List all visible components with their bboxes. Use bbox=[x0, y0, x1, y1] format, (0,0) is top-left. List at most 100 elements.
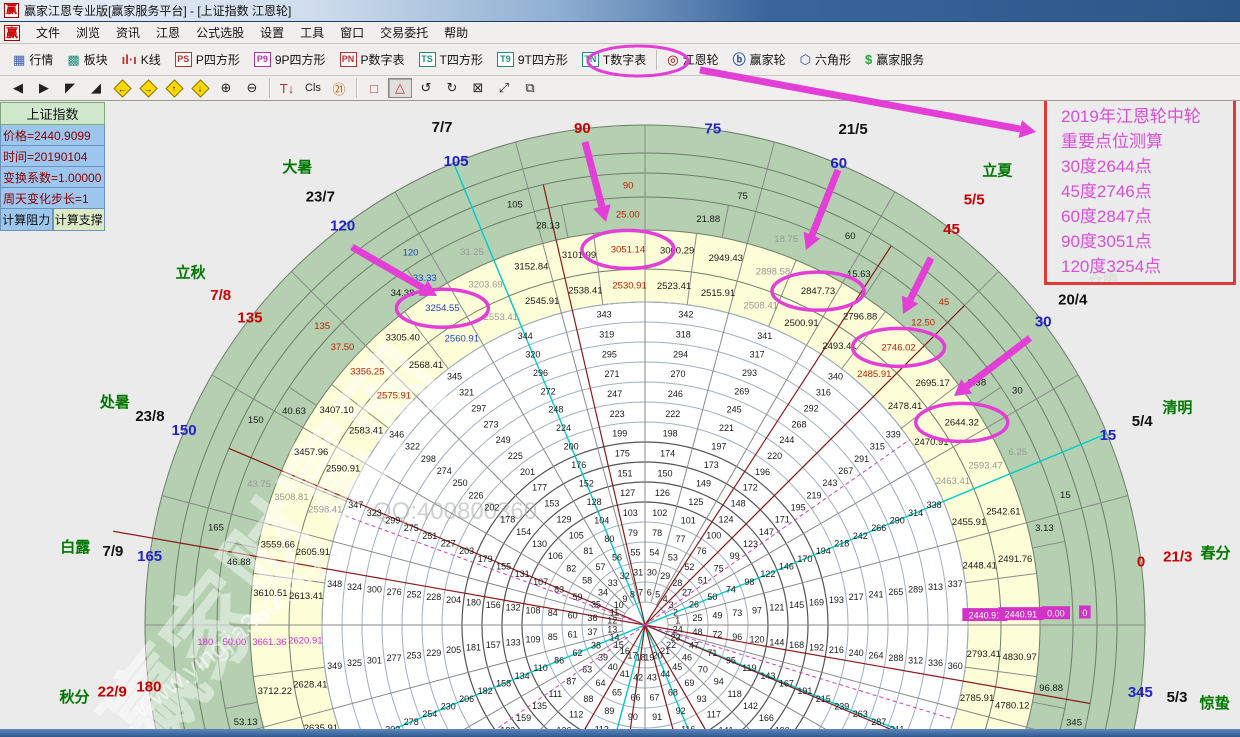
boxed-x-icon[interactable]: ⊠ bbox=[466, 78, 490, 98]
svg-text:298: 298 bbox=[421, 454, 436, 464]
cursor-down-icon[interactable]: ◢ bbox=[84, 78, 108, 98]
svg-text:240: 240 bbox=[849, 648, 864, 658]
shrink-icon[interactable]: ⤢ bbox=[492, 78, 516, 98]
t-drop-icon[interactable]: T↓ bbox=[275, 78, 299, 98]
zoom-out-icon[interactable]: ⊖ bbox=[240, 78, 264, 98]
hexagon-icon: ⬡ bbox=[800, 52, 811, 67]
toolbar-button-板块[interactable]: ▩板块 bbox=[60, 48, 114, 71]
svg-text:2620.91: 2620.91 bbox=[288, 635, 322, 646]
diamond-up-icon[interactable]: ↑ bbox=[162, 78, 186, 98]
rotate-cw-icon[interactable]: ↻ bbox=[440, 78, 464, 98]
app-logo-icon: 赢 bbox=[4, 3, 19, 18]
svg-text:白露: 白露 bbox=[60, 538, 91, 556]
screen-icon[interactable]: ⧉ bbox=[518, 78, 542, 98]
toolbar-button-六角形[interactable]: ⬡六角形 bbox=[793, 48, 858, 71]
svg-text:345: 345 bbox=[1066, 717, 1082, 728]
diamond-left-icon[interactable]: ← bbox=[110, 78, 134, 98]
diamond-right-icon: → bbox=[139, 79, 157, 97]
calc-support-button[interactable]: 计算支撑 bbox=[53, 209, 106, 231]
menu-item-5[interactable]: 设置 bbox=[252, 22, 292, 43]
svg-text:129: 129 bbox=[557, 514, 572, 524]
svg-text:127: 127 bbox=[620, 488, 635, 498]
toolbar-button-T数字表[interactable]: TNT数字表 bbox=[575, 48, 653, 71]
diamond-right-icon[interactable]: → bbox=[136, 78, 160, 98]
toolbar-button-行情[interactable]: ▦行情 bbox=[6, 48, 60, 71]
svg-text:7/9: 7/9 bbox=[103, 543, 124, 560]
triangle-tool-icon[interactable]: △ bbox=[388, 78, 412, 98]
menu-item-6[interactable]: 工具 bbox=[292, 22, 332, 43]
calc-resistance-button[interactable]: 计算阻力 bbox=[0, 209, 53, 231]
svg-text:64: 64 bbox=[596, 678, 606, 688]
menu-item-2[interactable]: 资讯 bbox=[108, 22, 148, 43]
svg-text:55: 55 bbox=[630, 548, 640, 558]
svg-text:341: 341 bbox=[757, 331, 772, 341]
svg-text:179: 179 bbox=[478, 554, 493, 564]
svg-text:182: 182 bbox=[478, 686, 493, 696]
calendar-icon[interactable]: ㉑ bbox=[327, 78, 351, 98]
toolbar-button-T四方形[interactable]: TST四方形 bbox=[412, 48, 490, 71]
svg-text:299: 299 bbox=[385, 516, 400, 526]
toolbar-button-K线[interactable]: ıl·ıK线 bbox=[115, 48, 168, 71]
svg-text:97: 97 bbox=[752, 605, 762, 615]
svg-text:316: 316 bbox=[816, 388, 831, 398]
svg-text:124: 124 bbox=[718, 514, 733, 524]
svg-text:90: 90 bbox=[628, 712, 638, 722]
rotate-ccw-icon[interactable]: ↺ bbox=[414, 78, 438, 98]
next-arrow-icon[interactable]: ▶ bbox=[32, 78, 56, 98]
svg-text:85: 85 bbox=[548, 632, 558, 642]
svg-text:43.75: 43.75 bbox=[247, 479, 271, 490]
svg-text:2793.41: 2793.41 bbox=[967, 649, 1001, 660]
app-window: { "window": { "title": "赢家江恩专业版[赢家服务平台] … bbox=[0, 0, 1240, 737]
svg-text:33: 33 bbox=[608, 578, 618, 588]
cls-button[interactable]: Cls bbox=[301, 78, 325, 98]
ts-badge: TS bbox=[419, 52, 436, 67]
svg-text:45: 45 bbox=[943, 221, 960, 238]
menu-item-9[interactable]: 帮助 bbox=[436, 22, 476, 43]
svg-text:60: 60 bbox=[830, 155, 847, 172]
menu-item-3[interactable]: 江恩 bbox=[148, 22, 188, 43]
svg-text:317: 317 bbox=[750, 349, 765, 359]
svg-text:272: 272 bbox=[541, 386, 556, 396]
toolbar-button-赢家轮[interactable]: ⓑ赢家轮 bbox=[726, 48, 793, 71]
svg-text:153: 153 bbox=[544, 499, 559, 509]
svg-text:130: 130 bbox=[532, 539, 547, 549]
svg-text:125: 125 bbox=[688, 497, 703, 507]
menu-item-0[interactable]: 文件 bbox=[28, 22, 68, 43]
svg-text:319: 319 bbox=[599, 330, 614, 340]
diamond-down-icon[interactable]: ↓ bbox=[188, 78, 212, 98]
toolbar-button-9P四方形[interactable]: P99P四方形 bbox=[247, 48, 333, 71]
zoom-in-icon[interactable]: ⊕ bbox=[214, 78, 238, 98]
svg-text:6.25: 6.25 bbox=[1009, 447, 1028, 458]
svg-text:108: 108 bbox=[525, 605, 540, 615]
svg-text:25: 25 bbox=[693, 613, 703, 623]
prev-arrow-icon[interactable]: ◀ bbox=[6, 78, 30, 98]
svg-text:3254.55: 3254.55 bbox=[425, 303, 459, 314]
svg-text:28: 28 bbox=[672, 578, 682, 588]
svg-text:58: 58 bbox=[582, 576, 592, 586]
svg-text:215: 215 bbox=[816, 694, 831, 704]
svg-text:247: 247 bbox=[607, 389, 622, 399]
toolbar-button-赢家服务[interactable]: $赢家服务 bbox=[858, 48, 931, 71]
svg-text:314: 314 bbox=[908, 508, 923, 518]
toolbar-button-9T四方形[interactable]: T99T四方形 bbox=[490, 48, 575, 71]
svg-text:312: 312 bbox=[908, 656, 923, 666]
svg-text:360: 360 bbox=[948, 661, 963, 671]
menu-item-7[interactable]: 窗口 bbox=[332, 22, 372, 43]
cursor-up-icon[interactable]: ◤ bbox=[58, 78, 82, 98]
svg-text:12.50: 12.50 bbox=[911, 317, 935, 328]
svg-text:297: 297 bbox=[471, 403, 486, 413]
svg-text:71: 71 bbox=[707, 648, 717, 658]
toolbar-button-P四方形[interactable]: PSP四方形 bbox=[168, 48, 247, 71]
toolbar-button-P数字表[interactable]: PNP数字表 bbox=[333, 48, 412, 71]
svg-text:224: 224 bbox=[556, 423, 571, 433]
svg-text:2515.91: 2515.91 bbox=[701, 288, 735, 299]
svg-text:218: 218 bbox=[834, 538, 849, 548]
menu-item-8[interactable]: 交易委托 bbox=[372, 22, 436, 43]
svg-text:18.75: 18.75 bbox=[774, 234, 798, 245]
square-tool-icon[interactable]: □ bbox=[362, 78, 386, 98]
svg-text:122: 122 bbox=[760, 569, 775, 579]
menu-item-1[interactable]: 浏览 bbox=[68, 22, 108, 43]
toolbar-button-江恩轮[interactable]: ◎江恩轮 bbox=[660, 48, 725, 71]
svg-text:269: 269 bbox=[734, 386, 749, 396]
menu-item-4[interactable]: 公式选股 bbox=[188, 22, 252, 43]
